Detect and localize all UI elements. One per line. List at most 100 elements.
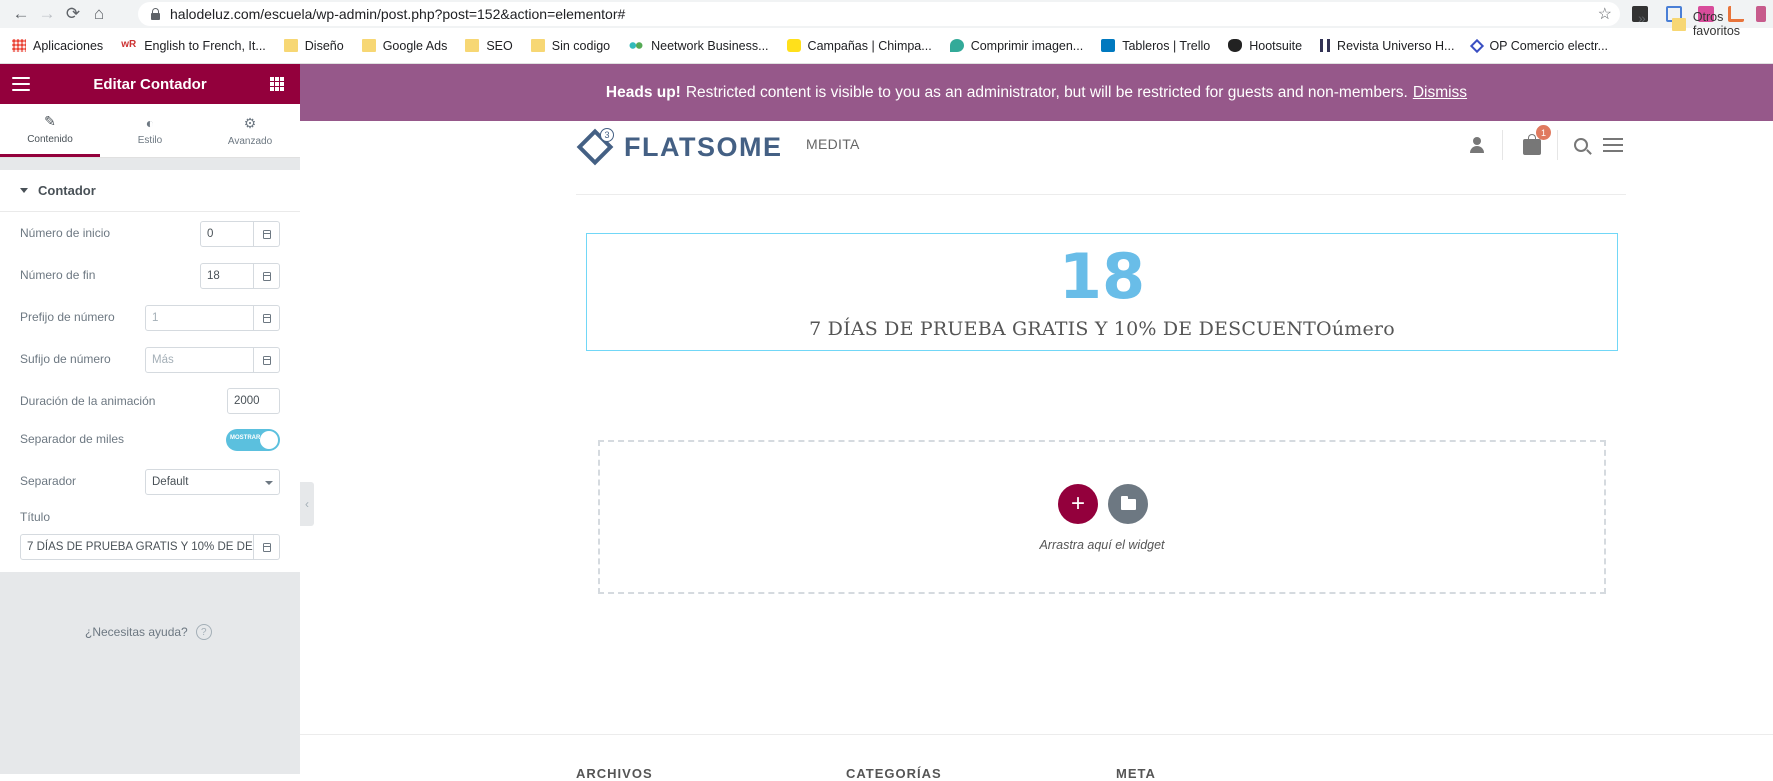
tab-label: Estilo [137,135,163,146]
field-label: Número de inicio [20,226,111,240]
add-section-button[interactable]: + [1058,484,1098,524]
help-link[interactable]: ¿Necesitas ayuda? ? [85,624,212,640]
more-bookmarks-icon[interactable]: » [1638,10,1646,26]
dropzone-buttons: + [1058,484,1148,524]
question-icon: ? [195,624,212,640]
bookmark-apps[interactable]: Aplicaciones [12,39,103,53]
bookmark-label: Google Ads [382,38,448,53]
menu-icon[interactable] [12,77,30,91]
template-library-button[interactable] [1108,484,1148,524]
prefix-input[interactable]: 1 [145,305,254,331]
bookmark-hootsuite[interactable]: Hootsuite [1228,39,1302,53]
bookmark-wordreference[interactable]: wR English to French, It... [121,39,266,53]
dynamic-tags-button[interactable] [254,347,280,373]
logo-text: FLATSOME [624,131,783,162]
bookmark-mailchimp[interactable]: Campañas | Chimpa... [786,39,932,53]
field-label: Separador [20,474,77,488]
bookmarks-bar: Aplicaciones wR English to French, It...… [0,28,1773,64]
forward-icon[interactable]: → [34,2,60,26]
neetwork-icon [628,39,645,52]
site-header: 3 FLATSOME MEDITA 1 [576,122,1626,195]
panel-tabs: ✎ Contenido ◐ Estilo ⚙ Avanzado [0,104,300,158]
bookmark-op-comercio[interactable]: OP Comercio electr... [1470,38,1608,53]
divider [1557,130,1558,160]
section-toggle[interactable]: Contador [0,170,300,212]
cart-icon[interactable]: 1 [1519,125,1551,157]
apps-grid-icon [12,39,26,52]
database-icon [262,229,271,239]
title-input[interactable]: 7 DÍAS DE PRUEBA GRATIS Y 10% DE DESCUEN… [20,534,254,560]
separator-select[interactable]: Default [145,469,280,495]
pencil-icon: ✎ [44,113,56,129]
header-icons: 1 [1448,125,1626,160]
tab-avanzado[interactable]: ⚙ Avanzado [200,104,300,157]
site-logo[interactable]: 3 FLATSOME [576,128,782,166]
divider [1502,130,1503,160]
folder-icon [530,39,545,52]
dynamic-tags-button[interactable] [254,305,280,331]
wordreference-icon: wR [121,39,137,50]
lock-icon[interactable] [150,8,160,20]
collapse-panel-handle[interactable]: ‹ [300,482,314,526]
reload-icon[interactable]: ⟳ [60,2,86,26]
dropzone-hint: Arrastra aquí el widget [1039,538,1165,552]
field-label: Número de fin [20,268,96,282]
tab-label: Contenido [27,134,73,145]
bookmark-label: Otros favoritos [1692,10,1741,38]
bookmark-revista[interactable]: Revista Universo H... [1320,39,1454,53]
tab-estilo[interactable]: ◐ Estilo [100,104,200,157]
bookmark-diseno[interactable]: Diseño [283,38,344,53]
field-end-number: Número de fin 18 [0,254,300,296]
tab-contenido[interactable]: ✎ Contenido [0,104,100,157]
bookmark-neetwork[interactable]: Neetwork Business... [628,39,769,53]
counter-title: 7 DÍAS DE PRUEBA GRATIS Y 10% DE DESCUEN… [809,318,1395,340]
folder-icon [1672,17,1686,31]
bookmark-label: Comprimir imagen... [970,38,1084,53]
field-label: Duración de la animación [20,394,156,408]
nav-item-medita[interactable]: MEDITA [806,136,860,152]
menu-hamburger-icon[interactable] [1600,133,1626,157]
tab-label: Avanzado [227,135,273,147]
duration-input[interactable]: 2000 [227,388,280,414]
widget-drop-zone[interactable]: + Arrastra aquí el widget [598,440,1606,594]
panel-title: Editar Contador [93,75,207,93]
account-icon[interactable] [1464,133,1490,157]
dynamic-tags-button[interactable] [254,534,280,560]
bookmark-seo[interactable]: SEO [465,39,513,53]
op-icon [1470,38,1485,53]
section-title: Contador [38,183,96,198]
end-number-input[interactable]: 18 [200,263,254,289]
select-value: Default [152,476,189,488]
notice-heading: Heads up! [605,83,681,101]
bookmark-sin-codigo[interactable]: Sin codigo [530,39,610,53]
home-icon[interactable]: ⌂ [86,2,112,26]
dismiss-link[interactable]: Dismiss [1413,84,1467,102]
widgets-grid-icon[interactable] [270,77,284,91]
dynamic-tags-button[interactable] [254,221,280,247]
bookmark-label: Diseño [304,38,344,53]
address-bar[interactable]: halodeluz.com/escuela/wp-admin/post.php?… [138,2,1620,26]
bookmark-google-ads[interactable]: Google Ads [361,38,448,53]
back-icon[interactable]: ← [8,2,34,26]
bookmark-compress[interactable]: Comprimir imagen... [949,38,1084,53]
admin-notice: Heads up! Restricted content is visible … [300,64,1773,121]
revista-icon [1320,39,1331,52]
dynamic-tags-button[interactable] [254,263,280,289]
suffix-input[interactable]: Más [145,347,254,373]
field-start-number: Número de inicio 0 [0,212,300,254]
bookmark-star-icon[interactable]: ☆ [1598,4,1612,24]
url-text[interactable]: halodeluz.com/escuela/wp-admin/post.php?… [170,6,625,22]
counter-widget[interactable]: 18 7 DÍAS DE PRUEBA GRATIS Y 10% DE DESC… [586,233,1618,351]
search-icon[interactable] [1568,133,1594,157]
thousand-separator-toggle[interactable]: MOSTRAR [226,429,280,451]
bookmark-other[interactable]: Otros favoritos [1672,10,1773,38]
bookmark-label: Revista Universo H... [1337,38,1455,53]
start-number-input[interactable]: 0 [200,221,254,247]
field-label: Sufijo de número [20,352,111,366]
field-thousand-separator: Separador de miles MOSTRAR [0,422,300,460]
flatsome-logo-icon: 3 [576,128,614,166]
panel-header: Editar Contador [0,64,300,104]
compress-icon [949,39,964,52]
bookmark-trello[interactable]: Tableros | Trello [1101,39,1210,53]
field-title: Título 7 DÍAS DE PRUEBA GRATIS Y 10% DE … [0,502,300,572]
